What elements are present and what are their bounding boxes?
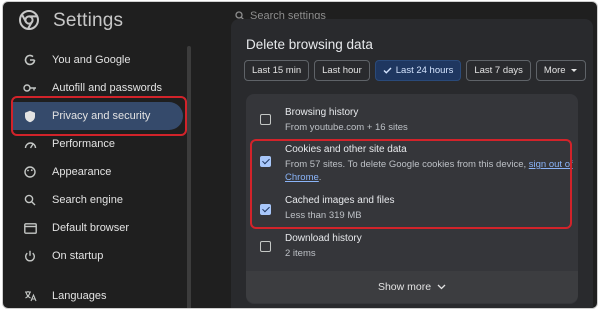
sidebar: You and Google Autofill and passwords Pr… (3, 38, 191, 308)
show-more-button[interactable]: Show more (246, 271, 578, 303)
chip-label: More (543, 65, 566, 76)
app-title: Settings (53, 10, 124, 31)
sidebar-item-appearance[interactable]: Appearance (3, 158, 187, 186)
triangle-down-icon (570, 69, 577, 72)
sidebar-item-label: Default browser (52, 222, 130, 234)
show-more-label: Show more (377, 281, 432, 293)
sidebar-scrollbar[interactable] (187, 46, 191, 308)
sidebar-item-label: Search engine (52, 194, 123, 206)
highlight-box-privacy (11, 96, 187, 136)
time-range-chips: Last 15 min Last hour Last 24 hours Last… (244, 60, 586, 81)
chip-label: Last 15 min (252, 65, 302, 76)
item-subtitle: From youtube.com + 16 sites (285, 122, 408, 133)
dialog-title: Delete browsing data (246, 37, 373, 52)
item-title: Download history (285, 233, 362, 244)
sidebar-item-label: Performance (52, 138, 115, 150)
item-title: Browsing history (285, 107, 359, 118)
sidebar-item-languages[interactable]: Languages (3, 282, 187, 308)
search-icon (23, 193, 37, 207)
chip-last-15-min[interactable]: Last 15 min (244, 60, 310, 81)
sidebar-item-on-startup[interactable]: On startup (3, 242, 187, 270)
highlight-box-cookies-cache (250, 139, 572, 229)
power-icon (23, 249, 37, 263)
sidebar-item-label: On startup (52, 250, 104, 262)
settings-window: Settings Search settings You and Google … (2, 1, 598, 309)
checkbox-download-history[interactable] (260, 241, 271, 252)
item-subtitle: 2 items (285, 248, 316, 259)
sidebar-item-label: Languages (52, 290, 107, 302)
chrome-logo-icon (19, 10, 39, 30)
sidebar-item-label: Appearance (52, 166, 112, 178)
chip-last-7-days[interactable]: Last 7 days (466, 60, 531, 81)
chip-last-hour[interactable]: Last hour (314, 60, 370, 81)
sidebar-item-search-engine[interactable]: Search engine (3, 186, 187, 214)
translate-icon (23, 289, 37, 303)
sidebar-item-label: Autofill and passwords (52, 82, 163, 94)
chip-label: Last hour (322, 65, 362, 76)
sidebar-item-label: You and Google (52, 54, 131, 66)
chip-label: Last 24 hours (395, 65, 454, 76)
checkmark-icon (383, 67, 392, 74)
chip-label: Last 7 days (474, 65, 523, 76)
key-icon (23, 81, 37, 95)
google-icon (23, 53, 37, 67)
speedometer-icon (23, 137, 37, 151)
chip-more[interactable]: More (535, 60, 586, 81)
sidebar-item-you-and-google[interactable]: You and Google (3, 46, 187, 74)
browser-icon (23, 221, 37, 235)
chevron-down-icon (437, 284, 446, 290)
checkbox-browsing-history[interactable] (260, 114, 271, 125)
chip-last-24-hours[interactable]: Last 24 hours (374, 60, 462, 81)
palette-icon (23, 165, 37, 179)
sidebar-item-default-browser[interactable]: Default browser (3, 214, 187, 242)
